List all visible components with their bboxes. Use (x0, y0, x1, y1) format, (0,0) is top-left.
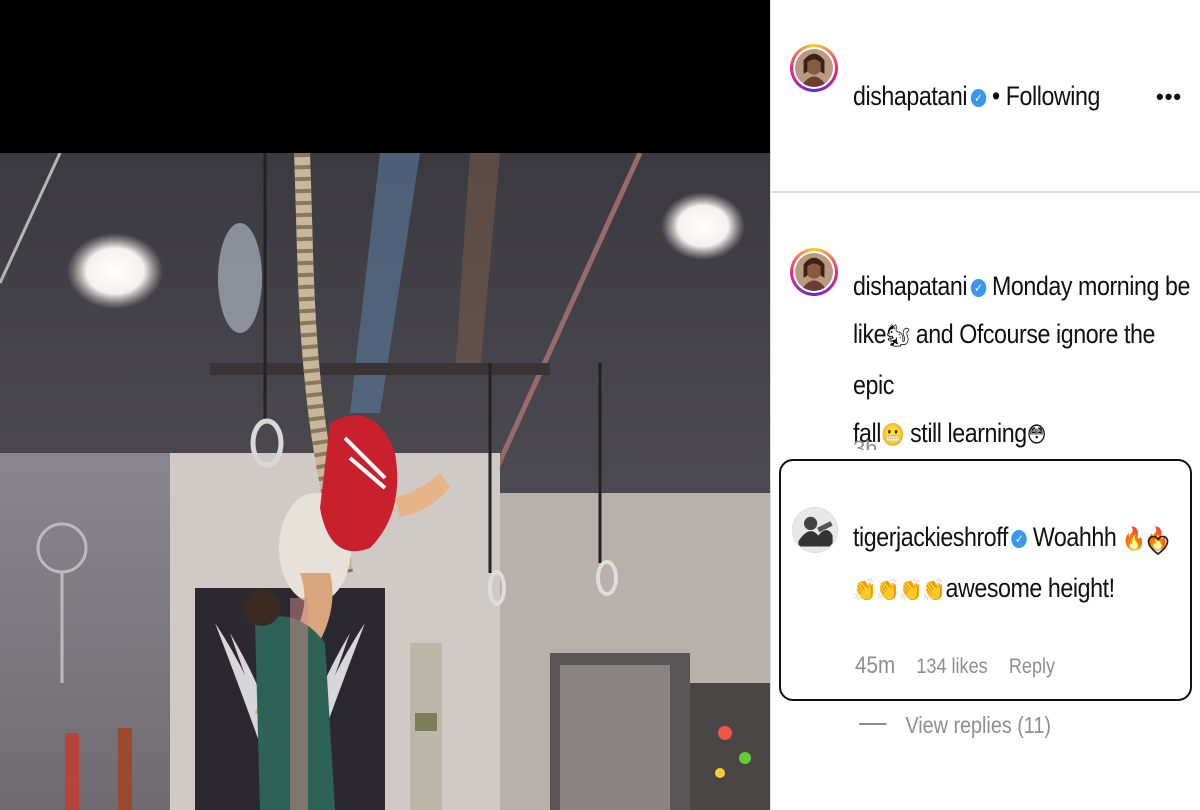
view-replies-label: View replies (11) (905, 712, 1051, 738)
reply-button[interactable]: Reply (1009, 655, 1055, 678)
author-avatar[interactable] (790, 44, 838, 92)
comment-text-2: awesome height! (945, 573, 1116, 603)
author-username[interactable]: dishapatani (853, 81, 967, 111)
post-sidebar: dishapatani ✓ • Following ••• dishapatani… (771, 0, 1200, 810)
post-header: dishapatani ✓ • Following ••• (771, 0, 1200, 193)
comment-text-1: Woahhh (1032, 522, 1123, 552)
comment-meta-row: 45m 134 likes Reply (855, 652, 1071, 680)
separator-dot: • (992, 81, 1000, 111)
caption-text: dishapatani ✓ Monday morning be like🐿 and… (853, 262, 1197, 460)
author-avatar-image (795, 49, 833, 87)
more-options-icon[interactable]: ••• (1156, 84, 1182, 110)
caption-line-1: Monday morning be (992, 271, 1190, 301)
squirrel-emoji-icon: 🐿 (886, 324, 910, 349)
clap-emoji-icon: 👏👏👏👏 (853, 578, 946, 603)
caption-line-2-pre: like (853, 319, 887, 349)
grimace-emoji-icon: 😬 (880, 423, 905, 448)
view-replies-button[interactable]: View replies (11) (859, 712, 1051, 739)
commenter-avatar-image (793, 508, 837, 552)
gym-video-scene (0, 153, 770, 810)
commenter-avatar[interactable] (792, 507, 838, 553)
caption-line-3-mid: still learning (904, 418, 1027, 448)
verified-badge-icon: ✓ (970, 89, 986, 107)
comment-timestamp: 45m (855, 652, 896, 679)
heart-outline-icon[interactable] (1146, 533, 1170, 557)
comment-text: tigerjackieshroff ✓ Woahhh 🔥🔥 👏👏👏👏awesome… (853, 513, 1173, 615)
video-panel[interactable] (0, 0, 770, 810)
header-title-row: dishapatani ✓ • Following (853, 81, 1100, 112)
caption-timestamp: 3h (853, 436, 878, 450)
following-button[interactable]: Following (1006, 81, 1101, 111)
verified-badge-icon: ✓ (970, 279, 986, 297)
caption-avatar-image (795, 253, 833, 291)
flushed-emoji-icon: 😳 (1026, 423, 1047, 448)
commenter-username[interactable]: tigerjackieshroff (853, 522, 1008, 552)
caption-block: dishapatani ✓ Monday morning be like🐿 and… (771, 240, 1200, 460)
video-frame[interactable] (0, 153, 770, 810)
replies-dash (859, 723, 887, 725)
caption-username[interactable]: dishapatani (853, 271, 967, 301)
comment-likes-count[interactable]: 134 likes (916, 655, 987, 678)
caption-avatar[interactable] (790, 248, 838, 296)
verified-badge-icon: ✓ (1011, 530, 1027, 548)
